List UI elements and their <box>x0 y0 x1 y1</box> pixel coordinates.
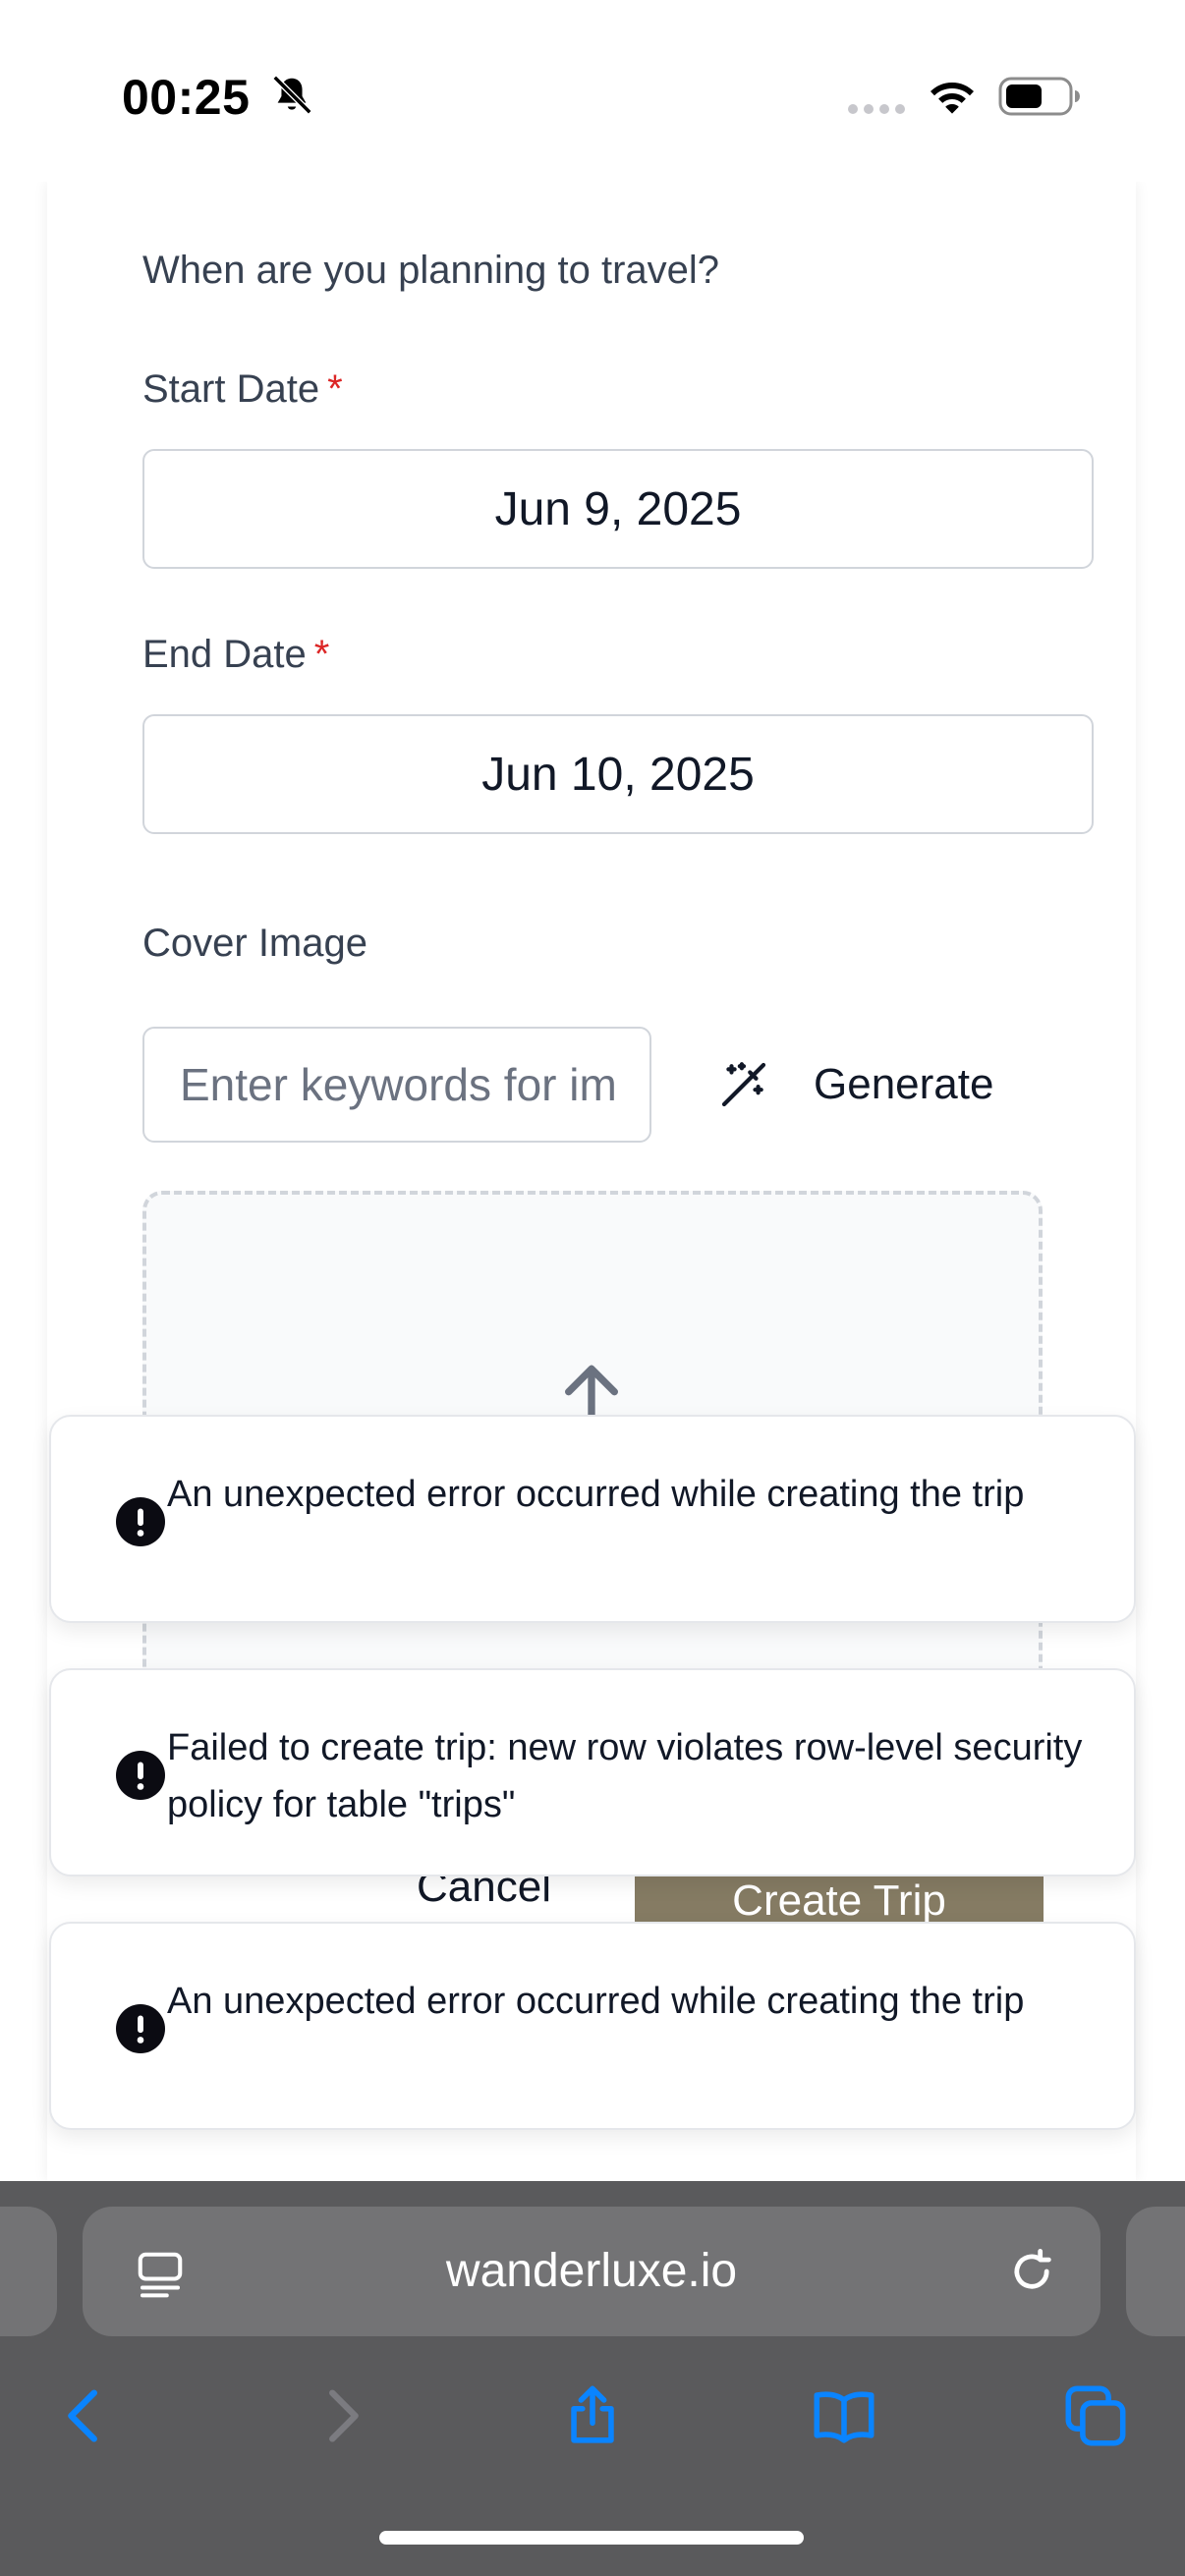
error-toast[interactable]: An unexpected error occurred while creat… <box>49 1415 1136 1623</box>
signal-dots-icon <box>848 104 905 114</box>
share-icon[interactable] <box>558 2381 627 2450</box>
end-date-field[interactable]: Jun 10, 2025 <box>142 714 1094 834</box>
end-date-label-text: End Date <box>142 633 307 676</box>
toast-message: An unexpected error occurred while creat… <box>167 1981 1025 2022</box>
generate-image-button[interactable]: Generate <box>707 1027 1032 1143</box>
battery-icon <box>998 77 1080 116</box>
travel-prompt: When are you planning to travel? <box>142 249 720 292</box>
error-icon <box>116 1751 165 1800</box>
previous-tab-preview[interactable] <box>0 2207 57 2336</box>
error-toast[interactable]: An unexpected error occurred while creat… <box>49 1922 1136 2130</box>
start-date-field[interactable]: Jun 9, 2025 <box>142 449 1094 569</box>
error-icon <box>116 2004 165 2053</box>
error-icon <box>116 1497 165 1546</box>
forward-icon[interactable] <box>307 2381 375 2450</box>
address-bar[interactable]: wanderluxe.io <box>83 2207 1100 2336</box>
url-text: wanderluxe.io <box>445 2245 738 2297</box>
toast-message: Failed to create trip: new row violates … <box>167 1727 1083 1825</box>
reload-icon[interactable] <box>1006 2246 1057 2297</box>
required-marker: * <box>313 633 330 676</box>
status-bar: 00:25 <box>0 0 1185 182</box>
start-date-label-text: Start Date <box>142 367 320 411</box>
cover-image-label: Cover Image <box>142 922 367 965</box>
error-toast[interactable]: Failed to create trip: new row violates … <box>49 1668 1136 1876</box>
required-marker: * <box>327 367 343 411</box>
image-keywords-input[interactable] <box>142 1027 651 1143</box>
generate-label: Generate <box>814 1060 994 1108</box>
tabs-icon[interactable] <box>1061 2381 1130 2450</box>
bookmarks-icon[interactable] <box>810 2381 878 2450</box>
back-icon[interactable] <box>51 2381 120 2450</box>
bell-slash-icon <box>272 75 312 115</box>
start-date-label: Start Date * <box>142 367 343 412</box>
next-tab-preview[interactable] <box>1126 2207 1185 2336</box>
toast-message: An unexpected error occurred while creat… <box>167 1474 1025 1515</box>
home-indicator <box>379 2531 804 2545</box>
wifi-icon <box>931 83 974 114</box>
status-time: 00:25 <box>122 70 251 125</box>
magic-wand-icon <box>721 1062 766 1107</box>
end-date-label: End Date * <box>142 633 329 677</box>
